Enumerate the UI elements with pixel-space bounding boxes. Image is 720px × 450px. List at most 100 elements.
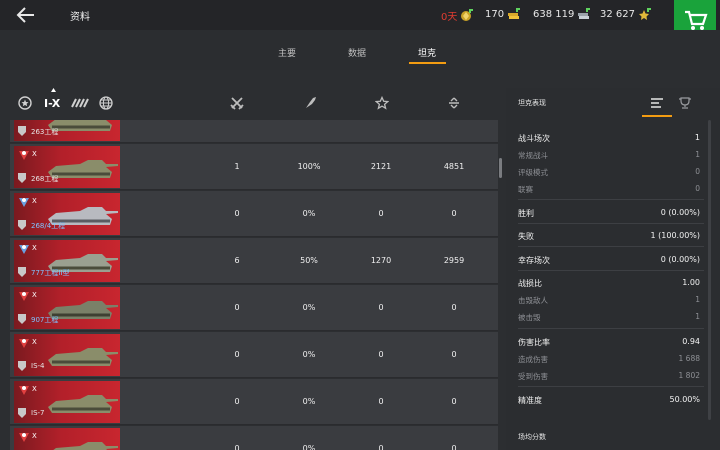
winrate-value: 0% <box>302 444 316 450</box>
selected-caret-icon <box>51 88 56 92</box>
mastery-badge-icon <box>19 151 29 160</box>
stat-value: 0 (0.00%) <box>660 208 700 217</box>
mastery-filter-icon[interactable] <box>18 96 32 110</box>
stat-label: 造成伤害 <box>518 355 548 364</box>
tank-rank-shield-icon <box>18 361 26 371</box>
tier-filter[interactable]: I-X <box>44 97 60 110</box>
tank-name: 268/4工程 <box>31 222 66 230</box>
damage-value: 0 <box>451 303 457 312</box>
top-bar: 资料 0天 170 638 119 32 627 <box>0 0 720 42</box>
tank-rank-shield-icon <box>18 314 26 324</box>
table-row[interactable]: X 0 0% 0 0 <box>10 426 498 450</box>
stat-value: 1 (100.00%) <box>650 231 700 240</box>
list-view-icon[interactable] <box>650 97 664 109</box>
class-filter-icon[interactable] <box>71 96 89 110</box>
experience-value: 0 <box>378 303 384 312</box>
damage-value: 0 <box>451 397 457 406</box>
free-xp-amount: 32 627 <box>600 9 635 20</box>
list-scrollbar[interactable] <box>499 158 502 178</box>
winrate-column-icon[interactable] <box>304 96 318 110</box>
tab-bar: 主要 数据 坦克 <box>0 30 720 70</box>
tank-performance-panel: 坦克表现 战斗场次 1 常规战斗 1 评级模式 0 联赛 0 胜利 0 (0.00%) 失… <box>506 88 720 450</box>
tank-thumbnail: X 907工程 <box>14 287 120 329</box>
stat-label: 胜利 <box>518 209 534 218</box>
mastery-badge-icon <box>19 292 29 301</box>
stat-label: 评级模式 <box>518 168 548 177</box>
tank-name: 263工程 <box>31 128 59 136</box>
experience-value: 2121 <box>370 162 392 171</box>
experience-column-icon[interactable] <box>375 96 389 110</box>
damage-value: 0 <box>451 350 457 359</box>
mastery-badge-icon <box>19 245 29 254</box>
table-row[interactable]: X 268工程 1 100% 2121 4851 <box>10 144 498 190</box>
silver-counter[interactable]: 638 119 <box>533 8 591 21</box>
nation-filter-icon[interactable] <box>99 96 113 110</box>
tank-tier: X <box>32 244 37 252</box>
divider <box>518 199 704 200</box>
mastery-badge-icon <box>19 386 29 395</box>
tank-rank-shield-icon <box>18 220 26 230</box>
gold-counter[interactable]: 170 <box>485 8 521 21</box>
stat-label: 击毁敌人 <box>518 296 548 305</box>
table-row[interactable]: X 907工程 0 0% 0 0 <box>10 285 498 331</box>
premium-days: 0天 <box>441 12 458 23</box>
tank-tier: X <box>32 291 37 299</box>
stat-label: 精准度 <box>518 396 542 405</box>
free-xp-counter[interactable]: 32 627 <box>600 8 651 21</box>
premium-counter[interactable]: 0天 <box>441 8 474 23</box>
stat-label: 联赛 <box>518 185 533 194</box>
winrate-value: 0% <box>302 303 316 312</box>
stat-label: 受到伤害 <box>518 372 548 381</box>
tank-thumbnail: 263工程 <box>14 120 120 141</box>
stat-value: 1 <box>695 312 700 321</box>
active-panel-tab-indicator <box>642 115 672 117</box>
table-row[interactable]: 263工程 <box>10 120 498 143</box>
experience-value: 0 <box>378 397 384 406</box>
experience-value: 1270 <box>370 256 392 265</box>
back-arrow-icon[interactable] <box>16 6 36 24</box>
tab-main[interactable]: 主要 <box>278 46 296 59</box>
table-row[interactable]: X IS-4 0 0% 0 0 <box>10 332 498 378</box>
tab-tanks[interactable]: 坦克 <box>418 46 436 59</box>
table-row[interactable]: X IS-7 0 0% 0 0 <box>10 379 498 425</box>
battles-value: 0 <box>234 303 240 312</box>
tank-name: IS-7 <box>31 409 45 417</box>
divider <box>518 270 704 271</box>
tank-list[interactable]: 263工程 X 268工程 1 100% 2121 4851 X 268/4工程 <box>10 120 498 450</box>
battles-value: 0 <box>234 209 240 218</box>
experience-value: 0 <box>378 350 384 359</box>
table-row[interactable]: X 268/4工程 0 0% 0 0 <box>10 191 498 237</box>
trophy-icon[interactable] <box>678 97 692 109</box>
tank-tier: X <box>32 432 37 440</box>
gold-icon <box>508 8 521 19</box>
stat-label: 战斗场次 <box>518 134 550 143</box>
tank-name: 777工程II型 <box>31 269 70 277</box>
damage-column-icon[interactable] <box>447 96 461 110</box>
divider <box>518 223 704 224</box>
tank-thumbnail: X 268/4工程 <box>14 193 120 235</box>
battles-value: 0 <box>234 350 240 359</box>
winrate-value: 0% <box>302 209 316 218</box>
table-row[interactable]: X 777工程II型 6 50% 1270 2959 <box>10 238 498 284</box>
stat-value: 1 <box>694 133 700 142</box>
tank-rank-shield-icon <box>18 267 26 277</box>
tank-tier: X <box>32 150 37 158</box>
stat-value: 1 <box>695 150 700 159</box>
star-icon <box>639 8 651 20</box>
tank-thumbnail: X <box>14 428 120 450</box>
battles-column-icon[interactable] <box>230 96 244 110</box>
stat-label: 幸存场次 <box>518 256 550 265</box>
tank-thumbnail: X 268工程 <box>14 146 120 188</box>
profile-screen: 资料 0天 170 638 119 32 627 主要 数据 坦克 I-X 26… <box>0 0 720 450</box>
tank-thumbnail: X IS-7 <box>14 381 120 423</box>
tank-image <box>48 348 118 366</box>
damage-value: 0 <box>451 209 457 218</box>
stat-label: 战损比 <box>518 279 542 288</box>
tab-stats[interactable]: 数据 <box>348 46 366 59</box>
battles-value: 0 <box>234 397 240 406</box>
panel-scrollbar[interactable] <box>708 120 711 420</box>
tank-thumbnail: X 777工程II型 <box>14 240 120 282</box>
tank-name: IS-4 <box>31 362 45 370</box>
average-score-heading: 场均分数 <box>518 433 546 441</box>
tank-rank-shield-icon <box>18 126 26 136</box>
